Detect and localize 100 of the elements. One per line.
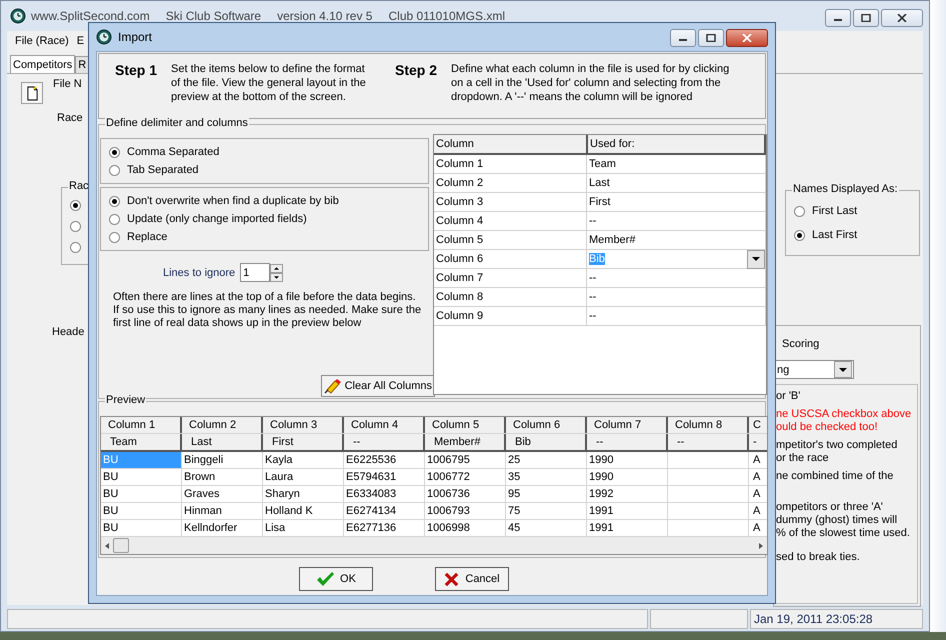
table-cell[interactable]: First bbox=[587, 193, 766, 211]
scrollbar-thumb[interactable] bbox=[113, 538, 129, 553]
spin-up-button[interactable] bbox=[270, 264, 284, 272]
table-cell: Column 7 bbox=[434, 269, 587, 287]
radio-button[interactable] bbox=[794, 206, 805, 216]
option-label: Don't overwrite when find a duplicate by bib bbox=[127, 195, 339, 207]
table-cell: 25 bbox=[506, 452, 587, 468]
table-cell[interactable]: -- bbox=[587, 288, 766, 306]
table-cell[interactable]: Team bbox=[587, 155, 766, 173]
table-cell: Sharyn bbox=[263, 486, 344, 502]
dropdown-arrow-icon bbox=[839, 368, 847, 372]
option-label: Tab Separated bbox=[127, 164, 199, 176]
help-text: Often there are lines at the top of a file before the data begins. If so use this to ignore as many lines as needed. Make sure the first line of real data shows up in the preview below bbox=[113, 291, 422, 330]
check-icon bbox=[316, 571, 334, 587]
dialog-title: Import bbox=[118, 30, 152, 44]
table-cell-text: A bbox=[752, 504, 762, 519]
table-cell: 1006772 bbox=[425, 469, 506, 485]
table-cell: BU bbox=[101, 469, 182, 485]
option-label: First Last bbox=[812, 205, 858, 217]
option-label: Replace bbox=[127, 231, 168, 243]
column-header: Column bbox=[434, 135, 588, 153]
column-usage: Bib bbox=[506, 434, 587, 450]
group-label: Preview bbox=[105, 394, 146, 406]
new-document-button[interactable] bbox=[21, 82, 43, 104]
table-cell: 1006998 bbox=[425, 520, 506, 536]
radio-button[interactable] bbox=[109, 146, 120, 158]
table-cell: E6225536 bbox=[344, 452, 425, 468]
table-cell: 1990 bbox=[587, 469, 668, 485]
horizontal-scrollbar[interactable] bbox=[101, 537, 767, 554]
table-cell: E6277136 bbox=[344, 520, 425, 536]
left-arrow-icon bbox=[105, 542, 109, 548]
radio-button[interactable] bbox=[70, 200, 81, 211]
table-cell[interactable]: Member# bbox=[587, 231, 766, 249]
note-text: sed to break ties. bbox=[776, 551, 860, 564]
window-title: Ski Club Software bbox=[166, 9, 262, 23]
maximize-icon bbox=[861, 14, 871, 22]
column-usage: -- bbox=[344, 434, 425, 450]
table-cell: 1006793 bbox=[425, 503, 506, 519]
minimize-button[interactable] bbox=[670, 29, 696, 47]
radio-button[interactable] bbox=[70, 221, 81, 232]
field-label: Heade bbox=[52, 326, 84, 338]
number-field[interactable]: 1 bbox=[240, 263, 270, 282]
column-usage: Last bbox=[182, 434, 263, 450]
tab[interactable]: R bbox=[75, 56, 90, 73]
clock-icon bbox=[96, 29, 112, 45]
table-cell: 1990 bbox=[587, 452, 668, 468]
table-cell: 1991 bbox=[587, 520, 668, 536]
table-cell: 1006736 bbox=[425, 486, 506, 502]
table-cell: Column 2 bbox=[434, 174, 587, 192]
radio-button[interactable] bbox=[794, 230, 805, 240]
radio-button[interactable] bbox=[109, 164, 120, 176]
table-cell[interactable]: -- bbox=[587, 307, 766, 325]
down-arrow-icon bbox=[274, 276, 280, 278]
note-text: or 'B' bbox=[776, 390, 800, 403]
column-usage: Team bbox=[101, 434, 182, 450]
table-cell: Column 5 bbox=[434, 231, 587, 249]
table-cell-text: A bbox=[752, 487, 762, 502]
option-label: Comma Separated bbox=[127, 146, 220, 158]
radio-button[interactable] bbox=[109, 214, 120, 224]
window-title: version 4.10 rev 5 bbox=[277, 9, 372, 23]
menu-item[interactable]: E bbox=[76, 35, 84, 47]
table-cell: Column 1 bbox=[434, 155, 587, 173]
table-cell-text: A bbox=[752, 470, 762, 485]
step-text: Set the items below to define the format of the file. View the general layout in the preview at the bottom of the screen. bbox=[171, 62, 366, 105]
group-label: Rac bbox=[68, 180, 90, 192]
table-cell: BU bbox=[101, 520, 182, 536]
close-button[interactable] bbox=[881, 9, 923, 27]
radio-button[interactable] bbox=[109, 232, 120, 242]
menu-item[interactable]: File (Race) bbox=[15, 35, 69, 47]
table-cell[interactable]: Last bbox=[587, 174, 766, 192]
table-cell: BU bbox=[101, 503, 182, 519]
close-button[interactable] bbox=[726, 29, 768, 47]
step-label: Step 2 bbox=[395, 62, 438, 80]
dropdown[interactable]: ng bbox=[774, 360, 854, 379]
note-text: ne USCSA checkbox above ould be checked too! bbox=[776, 408, 912, 434]
table-cell: 35 bbox=[506, 469, 587, 485]
maximize-button[interactable] bbox=[853, 9, 879, 27]
group-label: Names Displayed As: bbox=[792, 183, 899, 195]
table-cell: Laura bbox=[263, 469, 344, 485]
table-cell: 45 bbox=[506, 520, 587, 536]
note-text: ne combined time of the bbox=[776, 470, 894, 483]
table-cell[interactable]: -- bbox=[587, 269, 766, 287]
maximize-button[interactable] bbox=[698, 29, 724, 47]
column-usage: First bbox=[263, 434, 344, 450]
table-cell: Column 9 bbox=[434, 307, 587, 325]
minimize-button[interactable] bbox=[825, 9, 851, 27]
table-cell[interactable]: -- bbox=[587, 212, 766, 230]
table-cell: Kayla bbox=[263, 452, 344, 468]
ok-button[interactable]: OK bbox=[299, 567, 373, 591]
table-cell: Kellndorfer bbox=[182, 520, 263, 536]
table-cell: Graves bbox=[182, 486, 263, 502]
tab[interactable]: Competitors bbox=[10, 55, 76, 73]
table-cell: Holland K bbox=[263, 503, 344, 519]
radio-button[interactable] bbox=[109, 196, 120, 206]
cancel-button[interactable]: Cancel bbox=[435, 567, 509, 591]
clear-all-columns-button[interactable]: Clear All Columns bbox=[320, 375, 435, 397]
radio-button[interactable] bbox=[70, 242, 81, 253]
table-cell: BU bbox=[101, 452, 182, 468]
table-cell: E6274134 bbox=[344, 503, 425, 519]
group-label: Define delimiter and columns bbox=[105, 117, 249, 129]
